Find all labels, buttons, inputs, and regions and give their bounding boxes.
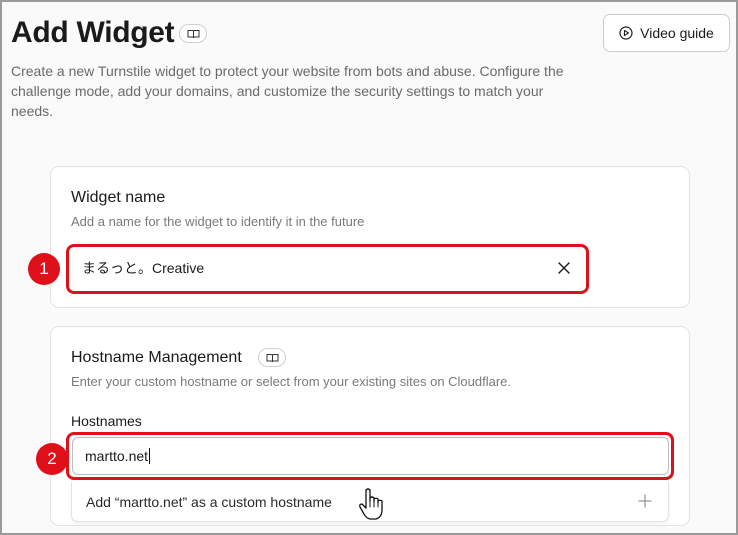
step-marker-2: 2 (36, 443, 68, 475)
widget-name-subtitle: Add a name for the widget to identify it… (71, 214, 365, 229)
video-guide-label: Video guide (640, 25, 714, 41)
hostname-management-subtitle: Enter your custom hostname or select fro… (71, 374, 512, 389)
book-icon (187, 29, 199, 38)
widget-name-input[interactable]: まるっと。Creative (70, 246, 586, 290)
docs-book-icon[interactable] (179, 24, 207, 43)
book-icon (266, 353, 278, 362)
video-guide-button[interactable]: Video guide (603, 14, 730, 52)
hostname-management-title: Hostname Management (71, 349, 242, 366)
close-icon[interactable] (556, 260, 572, 276)
play-circle-icon (619, 26, 633, 40)
plus-icon (638, 494, 652, 508)
hostnames-label: Hostnames (71, 413, 142, 429)
widget-name-title: Widget name (71, 189, 166, 206)
hostname-input-value: martto.net (85, 448, 149, 464)
hand-cursor-icon (359, 488, 383, 520)
add-custom-hostname-label: Add “martto.net” as a custom hostname (86, 493, 332, 510)
hostname-input[interactable]: martto.net (72, 437, 669, 475)
step-marker-1: 1 (28, 253, 60, 285)
hostname-docs-book-icon[interactable] (258, 348, 286, 367)
page-description: Create a new Turnstile widget to protect… (11, 63, 564, 119)
text-caret (149, 448, 151, 464)
page-title: Add Widget (11, 16, 175, 49)
widget-name-value: まるっと。Creative (82, 260, 205, 276)
